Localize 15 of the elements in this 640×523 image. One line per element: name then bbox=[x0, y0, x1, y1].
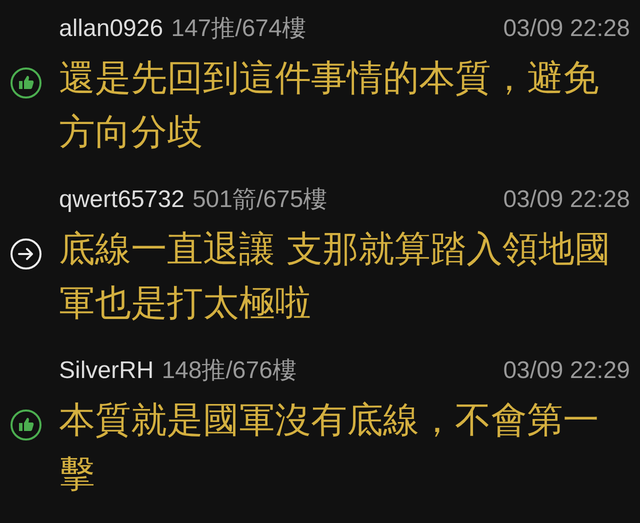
floor-count: 501箭/675樓 bbox=[192, 185, 328, 215]
comment-text: 還是先回到這件事情的本質，避免方向分歧 bbox=[59, 57, 600, 155]
username: SilverRH bbox=[59, 357, 154, 385]
thumbs-up-icon bbox=[10, 67, 42, 99]
username: allan0926 bbox=[59, 15, 164, 43]
comment-text: 本質就是國軍沒有底線，不會第一擊 bbox=[59, 399, 600, 497]
thumbs-up-icon bbox=[10, 409, 42, 441]
arrow-right-icon bbox=[10, 238, 42, 270]
timestamp: 03/09 22:28 bbox=[503, 15, 630, 43]
floor-count: 148推/676樓 bbox=[162, 356, 296, 386]
timestamp: 03/09 22:29 bbox=[503, 357, 630, 385]
timestamp: 03/09 22:28 bbox=[503, 186, 630, 214]
username: qwert65732 bbox=[59, 186, 184, 214]
floor-count: 147推/674樓 bbox=[171, 14, 306, 44]
comment-text: 底線一直退讓 支那就算踏入領地國軍也是打太極啦 bbox=[59, 228, 612, 326]
